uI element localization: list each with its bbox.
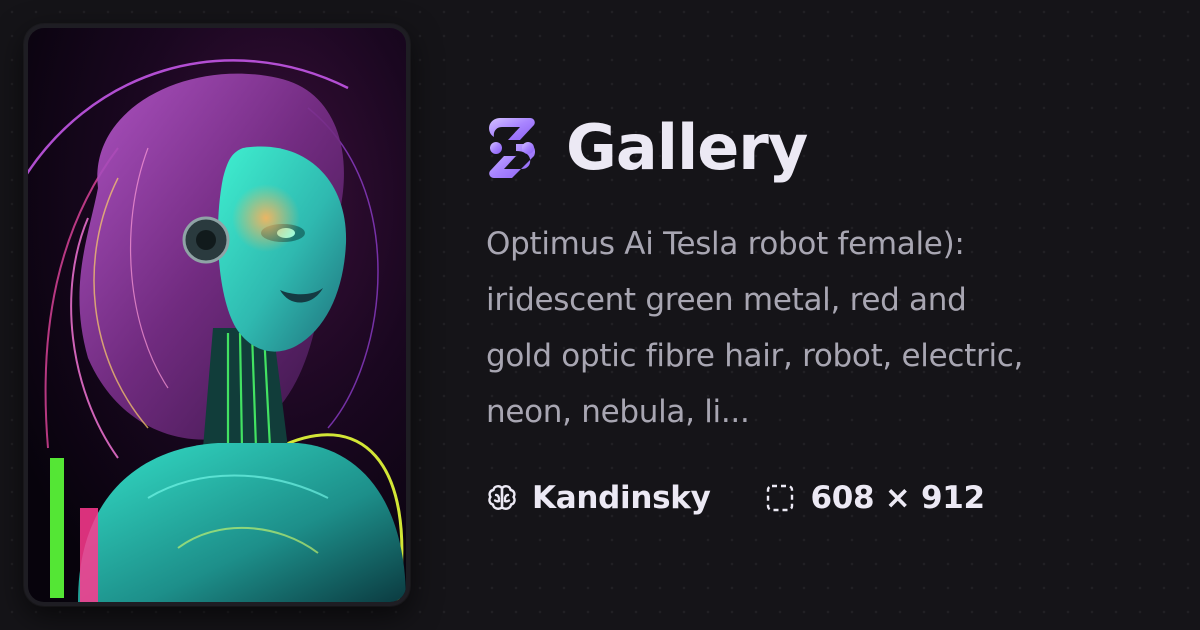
dimensions-info: 608 × 912 xyxy=(764,480,985,516)
description-line: neon, nebula, li... xyxy=(486,394,750,430)
page-title: Gallery xyxy=(566,111,808,184)
image-dimensions: 608 × 912 xyxy=(810,480,985,516)
description-line: iridescent green metal, red and xyxy=(486,282,967,318)
artwork-description: Optimus Ai Tesla robot female): iridesce… xyxy=(486,216,1086,440)
description-line: gold optic fibre hair, robot, electric, xyxy=(486,338,1024,374)
info-panel: Gallery Optimus Ai Tesla robot female): … xyxy=(486,110,1146,518)
description-line: Optimus Ai Tesla robot female): xyxy=(486,226,965,262)
puzzle-s-logo-icon xyxy=(489,118,536,178)
artwork-image[interactable] xyxy=(28,28,406,602)
artwork-card[interactable] xyxy=(24,24,410,606)
brain-icon xyxy=(488,485,516,510)
artwork-meta: Kandinsky 608 × 912 xyxy=(486,478,1146,518)
dashed-frame-icon xyxy=(767,484,794,512)
header: Gallery xyxy=(486,110,1146,186)
model-name: Kandinsky xyxy=(532,480,711,516)
model-info: Kandinsky xyxy=(486,480,711,516)
